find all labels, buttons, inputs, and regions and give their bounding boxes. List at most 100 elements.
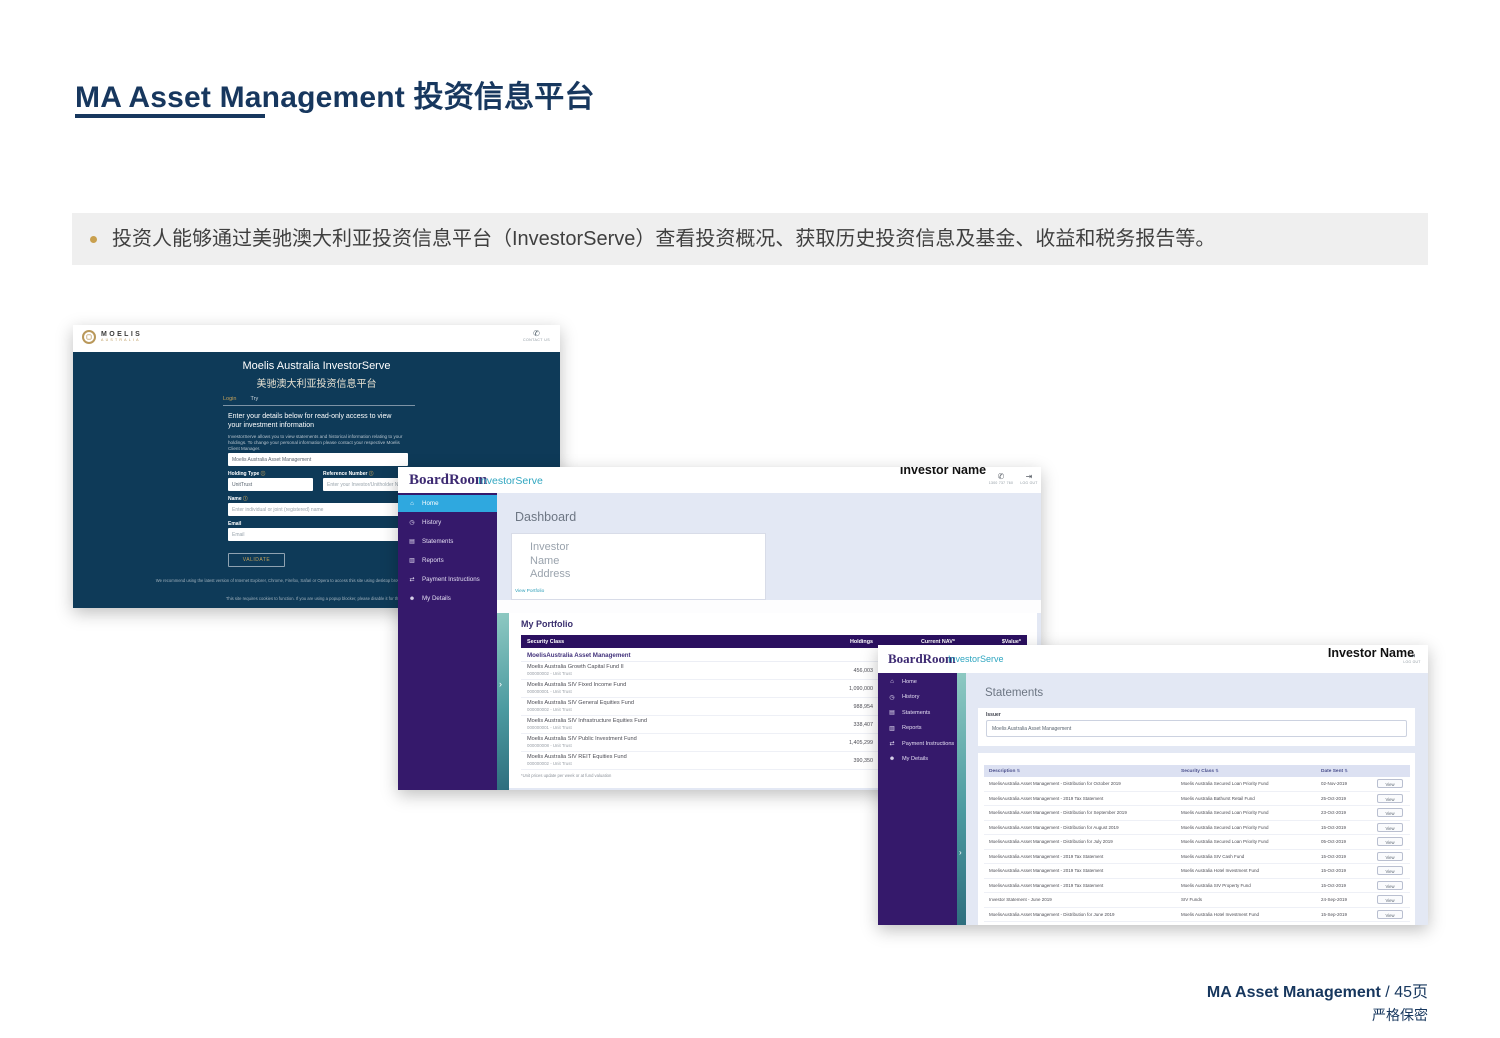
table-row: MoelisAustralia Asset Management - Distr… xyxy=(984,806,1410,821)
fund-account: 000000008 - Unit Trust xyxy=(527,743,791,749)
table-row: MoelisAustralia Asset Management - 2019 … xyxy=(984,792,1410,807)
issuer-input[interactable] xyxy=(228,453,408,466)
fund-account: 000000001 - Unit Trust xyxy=(527,725,791,731)
fund-name: Moelis Australia SIV REIT Equities Fund xyxy=(527,754,791,761)
sidebar-item[interactable]: ⇄ Payment Instructions xyxy=(878,737,957,751)
slide-footer: MA Asset Management / 45页 严格保密 xyxy=(1207,978,1428,1025)
fund-name: Moelis Australia SIV General Equities Fu… xyxy=(527,700,791,707)
statement-date-sent: 15-Oct-2019 xyxy=(1316,868,1372,873)
fund-holdings: 988,954 xyxy=(797,702,879,712)
investor-card: Investor Name Address xyxy=(511,533,766,600)
sidebar-item[interactable]: ▤ Statements xyxy=(398,533,497,550)
view-button[interactable]: View xyxy=(1377,823,1403,832)
statement-security-class: Moelis Australia Secured Loan Priority F… xyxy=(1176,781,1316,786)
sidebar-item[interactable]: ☻ My Details xyxy=(398,590,497,607)
column-value: $Value* xyxy=(961,639,1027,645)
fund-account: 000000001 - Unit Trust xyxy=(527,689,791,695)
fund-holdings: 1,090,000 xyxy=(797,684,879,694)
holding-type-input[interactable] xyxy=(228,478,313,491)
statements-table: Description ⇅ Security Class ⇅ Date Sent… xyxy=(984,765,1410,922)
info-icon: ⓘ xyxy=(261,471,266,476)
statements-rows: MoelisAustralia Asset Management - Distr… xyxy=(984,777,1410,922)
chevron-right-icon: › xyxy=(499,679,502,689)
statement-security-class: Moelis Australia Secured Loan Priority F… xyxy=(1176,810,1316,815)
sidebar-item-label: My Details xyxy=(422,595,451,602)
sidebar-item[interactable]: ▥ Reports xyxy=(398,552,497,569)
investor-card-line: Investor xyxy=(512,541,765,555)
statement-date-sent: 24-Sep-2019 xyxy=(1316,897,1372,902)
bullet-icon xyxy=(90,236,97,243)
investor-name-overlay: Investor Name xyxy=(1326,646,1416,660)
contact-us-button[interactable]: ✆ CONTACT US xyxy=(523,329,550,342)
reference-number-input[interactable] xyxy=(323,478,408,491)
statement-date-sent: 15-Oct-2019 xyxy=(1316,825,1372,830)
issuer-label: Issuer xyxy=(986,712,1001,718)
sort-icon: ⇅ xyxy=(1215,768,1219,773)
logout-caption: LOG OUT xyxy=(1018,481,1040,485)
sidebar-item-label: Home xyxy=(422,500,439,507)
footer-brand: MA Asset Management xyxy=(1207,984,1381,1001)
login-tab[interactable]: Try xyxy=(250,396,258,402)
sidebar-item-label: My Details xyxy=(902,756,928,762)
bullet-bar: 投资人能够通过美驰澳大利亚投资信息平台（InvestorServe）查看投资概况… xyxy=(72,213,1428,265)
investorserve-logo: InvestorServe xyxy=(948,654,1004,664)
view-button[interactable]: View xyxy=(1377,881,1403,890)
sidebar-item[interactable]: ◷ History xyxy=(878,690,957,704)
sidebar-item[interactable]: ☻ My Details xyxy=(878,752,957,766)
table-row: MoelisAustralia Asset Management - Distr… xyxy=(984,777,1410,792)
sidebar-item[interactable]: ⌂ Home xyxy=(878,675,957,689)
view-button[interactable]: View xyxy=(1377,866,1403,875)
sidebar-item[interactable]: ◷ History xyxy=(398,514,497,531)
moelis-logo: MOELIS AUSTRALIA xyxy=(82,330,142,344)
table-row: MoelisAustralia Asset Management - 2019 … xyxy=(984,864,1410,879)
login-title-zh: 美驰澳大利亚投资信息平台 xyxy=(73,375,560,390)
slide: MA Asset Management 投资信息平台 投资人能够通过美驰澳大利亚… xyxy=(0,0,1500,1038)
issuer-select[interactable] xyxy=(986,720,1407,737)
sidebar-item[interactable]: ⌂ Home xyxy=(398,495,497,512)
view-portfolio-link[interactable]: View Portfolio xyxy=(515,589,544,594)
table-row: MoelisAustralia Asset Management - Distr… xyxy=(984,821,1410,836)
view-button[interactable]: View xyxy=(1377,779,1403,788)
view-button[interactable]: View xyxy=(1377,910,1403,919)
validate-button[interactable]: VALIDATE xyxy=(228,553,285,567)
statement-description: MoelisAustralia Asset Management - Distr… xyxy=(984,912,1176,917)
nav-icon: ▤ xyxy=(888,709,896,716)
nav-icon: ◷ xyxy=(408,519,416,526)
fund-account: 000000002 - Unit Trust xyxy=(527,707,791,713)
moelis-brand: MOELIS xyxy=(101,331,142,338)
sidebar-item-label: Payment Instructions xyxy=(422,576,480,583)
logout-caption: LOG OUT xyxy=(1400,660,1424,664)
statement-security-class: Moelis Australia SIV Cash Fund xyxy=(1176,854,1316,859)
view-button[interactable]: View xyxy=(1377,794,1403,803)
column-description[interactable]: Description ⇅ xyxy=(984,768,1176,774)
email-input[interactable] xyxy=(228,528,408,541)
sidebar-item[interactable]: ▤ Statements xyxy=(878,706,957,720)
name-input[interactable] xyxy=(228,503,408,516)
column-security-class: Security Class xyxy=(521,639,797,645)
fund-account: 000000002 - Unit Trust xyxy=(527,761,791,767)
fund-name: Moelis Australia Growth Capital Fund II xyxy=(527,664,791,671)
login-tabs: Login Try xyxy=(223,396,415,406)
view-button[interactable]: View xyxy=(1377,852,1403,861)
view-button[interactable]: View xyxy=(1377,808,1403,817)
view-button[interactable]: View xyxy=(1377,837,1403,846)
logout-button[interactable]: ⇥ LOG OUT xyxy=(1018,472,1040,485)
sidebar-item[interactable]: ⇄ Payment Instructions xyxy=(398,571,497,588)
table-row: Investor Statement - June 2019 SIV Funds… xyxy=(984,893,1410,908)
logout-icon: ⇥ xyxy=(1018,472,1040,481)
login-tab[interactable]: Login xyxy=(223,396,236,402)
info-icon: ⓘ xyxy=(243,496,248,501)
statement-security-class: Moelis Australia Hotel Investment Fund xyxy=(1176,912,1316,917)
contact-phone-button[interactable]: ✆ 1300 737 760 xyxy=(986,472,1016,485)
statement-date-sent: 25-Oct-2019 xyxy=(1316,796,1372,801)
login-description: InvestorServe allows you to view stateme… xyxy=(228,434,408,452)
portfolio-title: My Portfolio xyxy=(521,619,573,629)
investor-card-line: Address xyxy=(512,568,765,582)
column-date-sent[interactable]: Date Sent ⇅ xyxy=(1316,768,1372,774)
view-button[interactable]: View xyxy=(1377,895,1403,904)
sidebar-item[interactable]: ▥ Reports xyxy=(878,721,957,735)
column-security-class[interactable]: Security Class ⇅ xyxy=(1176,768,1316,774)
sidebar-item-label: Reports xyxy=(422,557,444,564)
login-heading: Enter your details below for read-only a… xyxy=(228,412,403,430)
statement-date-sent: 15-Sep-2019 xyxy=(1316,912,1372,917)
